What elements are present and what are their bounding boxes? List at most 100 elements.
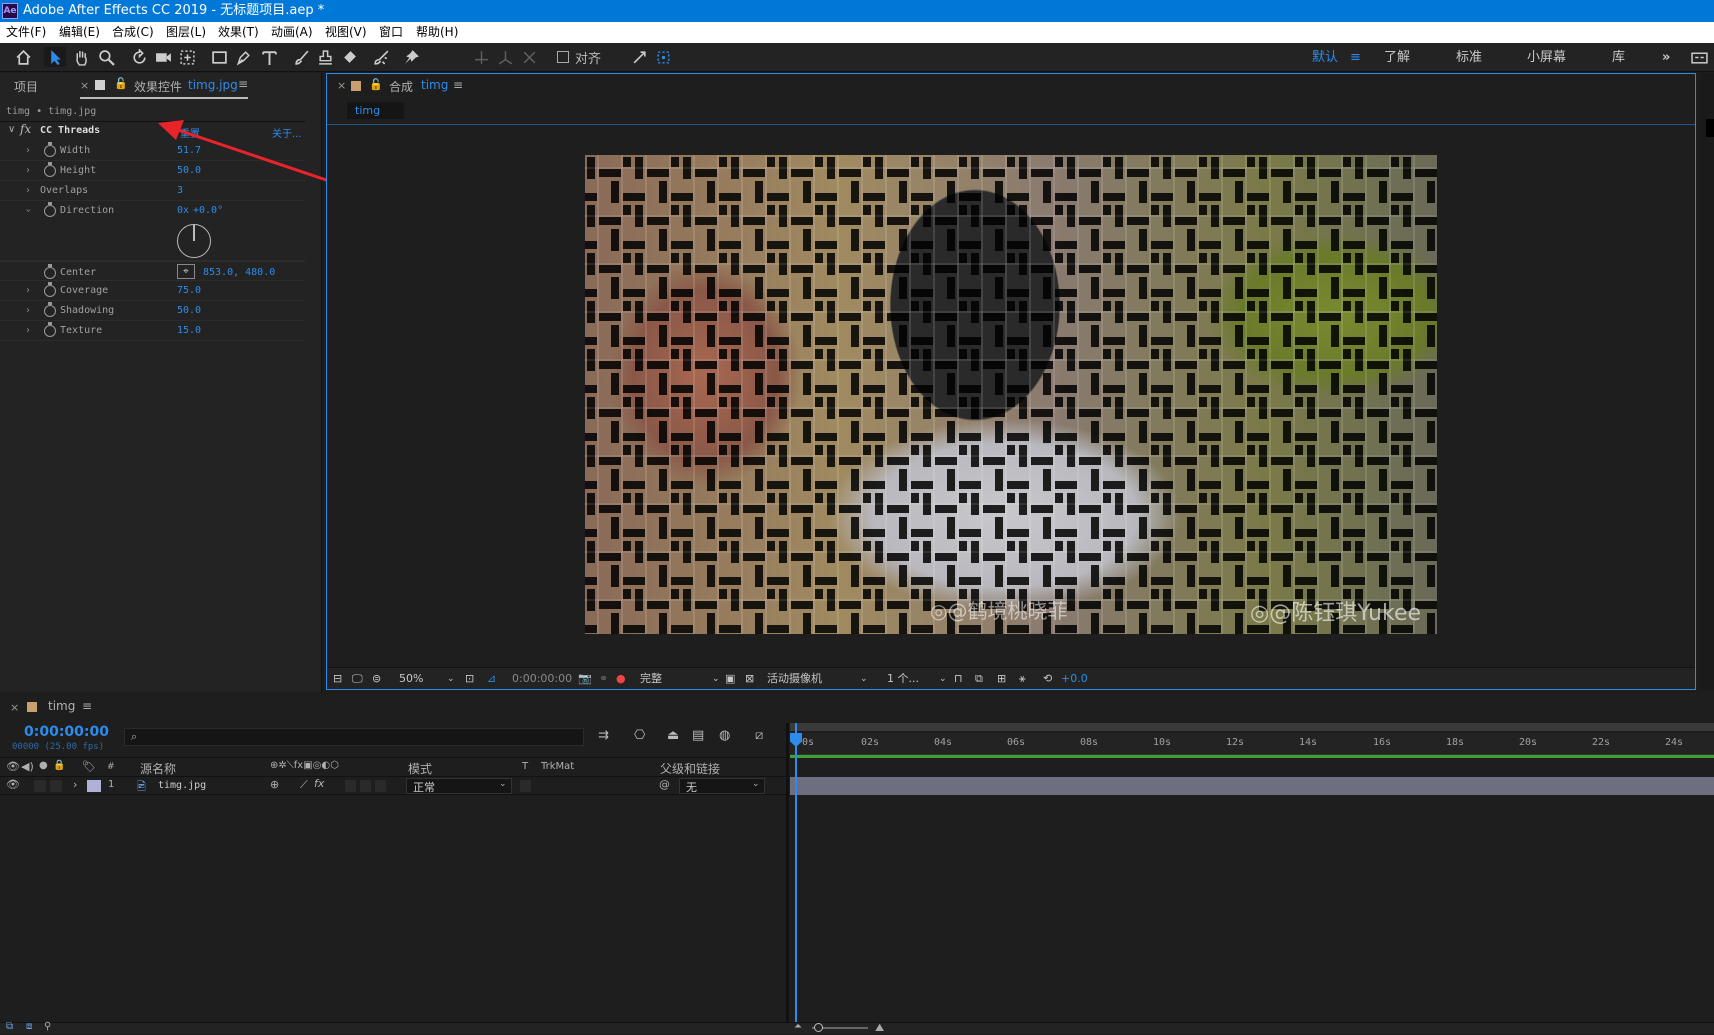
expand-chevron-icon[interactable]: › bbox=[26, 145, 30, 156]
toggle-switches-icon[interactable]: ⧉ bbox=[6, 1021, 13, 1032]
workspace-more-button[interactable]: » bbox=[1662, 43, 1670, 72]
display-icon[interactable]: 🖵 bbox=[352, 668, 363, 690]
close-tab-icon[interactable]: × bbox=[80, 79, 89, 92]
switch-box[interactable] bbox=[360, 780, 371, 792]
rectangle-tool-icon[interactable] bbox=[208, 47, 230, 67]
zoom-tool-icon[interactable] bbox=[95, 47, 117, 67]
toggle-modes-icon[interactable]: ⧈ bbox=[26, 1021, 32, 1032]
search-input[interactable]: ⌕ bbox=[124, 728, 584, 746]
eye-icon[interactable]: 👁 bbox=[6, 760, 20, 773]
chevron-down-icon[interactable]: ⌄ bbox=[939, 668, 947, 690]
zoom-slider[interactable] bbox=[812, 1023, 868, 1032]
camera-select[interactable]: 活动摄像机 bbox=[767, 668, 822, 690]
property-value[interactable]: 3 bbox=[177, 185, 183, 196]
panel-menu-icon[interactable]: ≡ bbox=[453, 78, 463, 92]
graph-editor-icon[interactable]: ⧄ bbox=[755, 728, 763, 743]
property-row-texture[interactable]: › Texture 15.0 bbox=[0, 321, 305, 341]
expand-chevron-icon[interactable]: › bbox=[26, 185, 30, 196]
property-value-revolutions[interactable]: 0x bbox=[177, 205, 189, 216]
panel-menu-icon[interactable]: ≡ bbox=[82, 699, 92, 713]
workspace-small-screen[interactable]: 小屏幕 bbox=[1527, 43, 1566, 72]
region-of-interest-icon[interactable]: ▣ bbox=[725, 668, 735, 690]
safe-area-icon[interactable]: ⊿ bbox=[487, 668, 496, 690]
workspace-libraries[interactable]: 库 bbox=[1612, 43, 1625, 72]
text-tool-icon[interactable] bbox=[258, 47, 280, 67]
shy-switch-icon[interactable]: ⊕ bbox=[270, 778, 279, 791]
snapshot-icon[interactable]: 📷 bbox=[578, 668, 592, 690]
chevron-down-icon[interactable]: ⌄ bbox=[860, 668, 868, 690]
preserve-transparency-toggle[interactable] bbox=[520, 780, 531, 792]
close-tab-icon[interactable]: × bbox=[337, 79, 346, 92]
chevron-down-icon[interactable]: ⌄ bbox=[712, 668, 720, 690]
tab-effect-controls[interactable]: 效果控件 bbox=[134, 78, 182, 95]
pickwhip-icon[interactable]: @ bbox=[659, 778, 670, 791]
property-row-direction[interactable]: › Direction 0x +0.0° bbox=[0, 201, 305, 261]
effect-header[interactable]: ∨ fx CC Threads 重置 关于... bbox=[6, 122, 305, 141]
zoom-in-icon[interactable]: ⛰ bbox=[875, 1021, 884, 1035]
work-area-bar[interactable] bbox=[790, 755, 1714, 758]
expand-chevron-icon[interactable]: › bbox=[26, 305, 30, 316]
menu-layer[interactable]: 图层(L) bbox=[166, 22, 206, 43]
menu-composition[interactable]: 合成(C) bbox=[112, 22, 154, 43]
property-value[interactable]: 853.0, 480.0 bbox=[203, 267, 275, 278]
home-icon[interactable] bbox=[12, 47, 34, 67]
expand-chevron-icon[interactable]: › bbox=[73, 778, 77, 791]
comp-breadcrumb[interactable]: timg bbox=[347, 102, 404, 119]
navigator-bar[interactable] bbox=[790, 723, 1714, 731]
toggle-inout-icon[interactable]: ⚲ bbox=[44, 1021, 51, 1032]
tab-effect-target[interactable]: timg.jpg bbox=[188, 78, 238, 92]
hand-tool-icon[interactable] bbox=[70, 47, 92, 67]
timeline-icon[interactable]: ⊞ bbox=[997, 668, 1006, 690]
crosshair-icon[interactable]: ⌖ bbox=[177, 264, 195, 279]
view-axis-icon[interactable] bbox=[518, 47, 540, 67]
stopwatch-icon[interactable] bbox=[44, 202, 56, 217]
property-value[interactable]: 50.0 bbox=[177, 165, 201, 176]
expand-chevron-icon[interactable]: › bbox=[26, 285, 30, 296]
stopwatch-icon[interactable] bbox=[44, 162, 56, 177]
zoom-slider-handle[interactable] bbox=[814, 1023, 823, 1032]
transparency-grid-icon[interactable]: ⊠ bbox=[745, 668, 754, 690]
property-value[interactable]: 50.0 bbox=[177, 305, 201, 316]
snap-icon[interactable] bbox=[628, 47, 650, 67]
always-preview-icon[interactable]: ⊟ bbox=[333, 668, 342, 690]
eraser-tool-icon[interactable] bbox=[338, 47, 360, 67]
composition-mini-flowchart-icon[interactable]: ⇉ bbox=[598, 728, 609, 743]
stopwatch-icon[interactable] bbox=[44, 264, 56, 279]
menu-effect[interactable]: 效果(T) bbox=[218, 22, 259, 43]
chevron-down-icon[interactable]: ⌄ bbox=[447, 668, 455, 690]
property-value[interactable]: 51.7 bbox=[177, 145, 201, 156]
stopwatch-icon[interactable] bbox=[44, 142, 56, 157]
angle-dial[interactable] bbox=[177, 224, 211, 258]
menu-animation[interactable]: 动画(A) bbox=[271, 22, 313, 43]
switch-box[interactable] bbox=[375, 780, 386, 792]
property-row-center[interactable]: Center ⌖ 853.0, 480.0 bbox=[0, 261, 305, 281]
workspace-learn[interactable]: 了解 bbox=[1384, 43, 1410, 72]
frame-blending-icon[interactable]: ▤ bbox=[692, 728, 704, 743]
layer-row[interactable]: 👁 › 1 🖻 timg.jpg ⊕ ⟋ fx 正常 ⌄ @ 无 ⌄ bbox=[0, 777, 786, 795]
local-axis-icon[interactable] bbox=[470, 47, 492, 67]
camera-tool-icon[interactable] bbox=[152, 47, 174, 67]
flowchart-icon[interactable]: ⚹ bbox=[1019, 668, 1026, 690]
tab-composition[interactable]: 合成 bbox=[389, 78, 413, 95]
menu-file[interactable]: 文件(F) bbox=[6, 22, 46, 43]
motion-blur-icon[interactable]: ◍ bbox=[719, 728, 730, 743]
label-tag-icon[interactable]: 🏷 bbox=[82, 760, 96, 773]
toggle-pixel-aspect-icon[interactable]: ⊓ bbox=[954, 668, 963, 690]
fx-icon[interactable]: fx bbox=[20, 122, 31, 136]
stopwatch-icon[interactable] bbox=[44, 322, 56, 337]
show-snapshot-icon[interactable]: ⚭ bbox=[599, 668, 608, 690]
pen-tool-icon[interactable] bbox=[232, 47, 254, 67]
tab-project[interactable]: 项目 bbox=[14, 78, 38, 95]
workspace-menu-icon[interactable]: ≡ bbox=[1350, 43, 1361, 72]
collapse-chevron-icon[interactable]: › bbox=[23, 209, 34, 213]
fx-switch-icon[interactable]: fx bbox=[314, 777, 324, 790]
parent-select[interactable]: 无 ⌄ bbox=[679, 778, 765, 794]
playhead[interactable] bbox=[795, 723, 797, 1034]
lock-icon[interactable]: 🔓 bbox=[369, 78, 383, 91]
workspace-standard[interactable]: 标准 bbox=[1456, 43, 1482, 72]
switch-box[interactable] bbox=[345, 780, 356, 792]
about-link[interactable]: 关于... bbox=[272, 125, 302, 140]
views-select[interactable]: 1 个... bbox=[887, 668, 919, 690]
layer-duration-bar[interactable] bbox=[790, 777, 1714, 795]
audio-icon[interactable]: ◀) bbox=[21, 760, 34, 773]
